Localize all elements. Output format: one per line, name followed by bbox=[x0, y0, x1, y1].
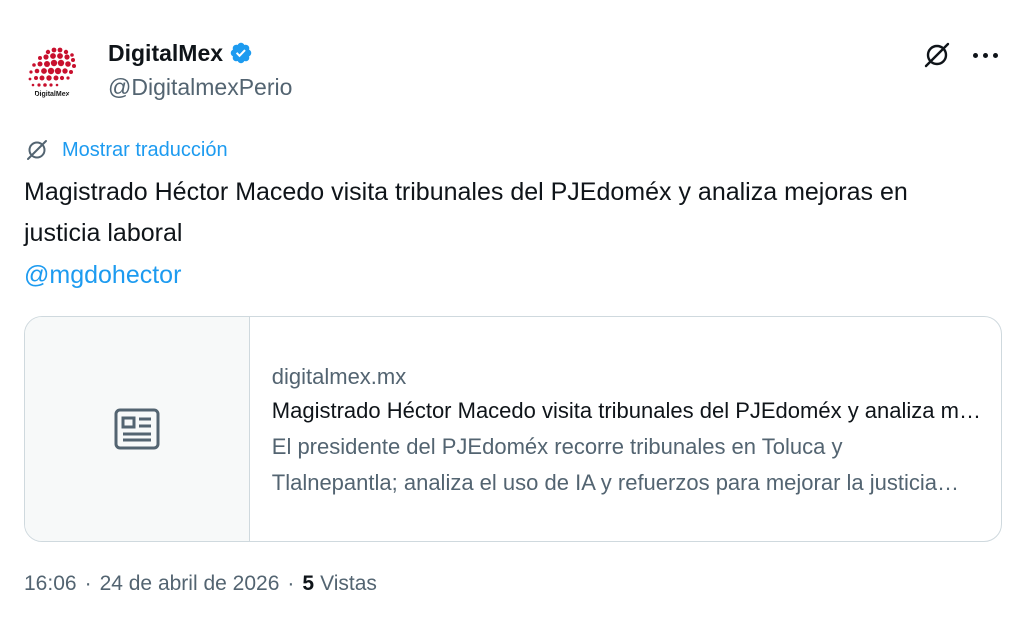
tweet-date[interactable]: 24 de abril de 2026 bbox=[100, 572, 280, 596]
separator-dot: · bbox=[84, 572, 92, 595]
views-count: 5 bbox=[302, 572, 315, 595]
mention-link[interactable]: @mgdohector bbox=[24, 255, 181, 296]
card-body: digitalmex.mx Magistrado Héctor Macedo v… bbox=[250, 317, 1001, 541]
show-translation-link[interactable]: Mostrar traducción bbox=[24, 136, 228, 164]
avatar[interactable]: DigitalMex bbox=[22, 40, 82, 100]
card-description: El presidente del PJEdoméx recorre tribu… bbox=[271, 434, 938, 495]
handle[interactable]: @DigitalmexPerio bbox=[108, 74, 292, 101]
translate-off-icon bbox=[924, 42, 950, 68]
show-translation-label: Mostrar traducción bbox=[62, 138, 228, 161]
card-title: Magistrado Héctor Macedo visita tribunal… bbox=[271, 398, 984, 423]
views-label: Vistas bbox=[320, 572, 377, 595]
card-media bbox=[25, 317, 250, 541]
tweet-meta: 16:06 · 24 de abril de 2026 · 5 Vistas bbox=[24, 572, 377, 596]
translate-icon bbox=[27, 140, 47, 160]
tweet-header: DigitalMex DigitalMex @DigitalmexPerio bbox=[22, 34, 1002, 104]
translate-off-button[interactable] bbox=[920, 38, 954, 72]
more-icon bbox=[972, 52, 978, 58]
tweet-text: Magistrado Héctor Macedo visita tribunal… bbox=[24, 178, 908, 247]
verified-badge-icon[interactable] bbox=[229, 41, 253, 65]
more-button[interactable] bbox=[968, 38, 1002, 72]
link-card[interactable]: digitalmex.mx Magistrado Héctor Macedo v… bbox=[24, 316, 1002, 542]
author-block: DigitalMex @DigitalmexPerio bbox=[108, 38, 292, 101]
avatar-label: DigitalMex bbox=[34, 91, 69, 98]
card-domain: digitalmex.mx bbox=[271, 364, 407, 389]
tweet-time[interactable]: 16:06 bbox=[24, 572, 77, 596]
article-icon bbox=[114, 408, 160, 450]
display-name[interactable]: DigitalMex bbox=[108, 40, 223, 67]
digitalmex-logo: DigitalMex bbox=[28, 47, 76, 98]
separator-dot: · bbox=[287, 572, 295, 595]
